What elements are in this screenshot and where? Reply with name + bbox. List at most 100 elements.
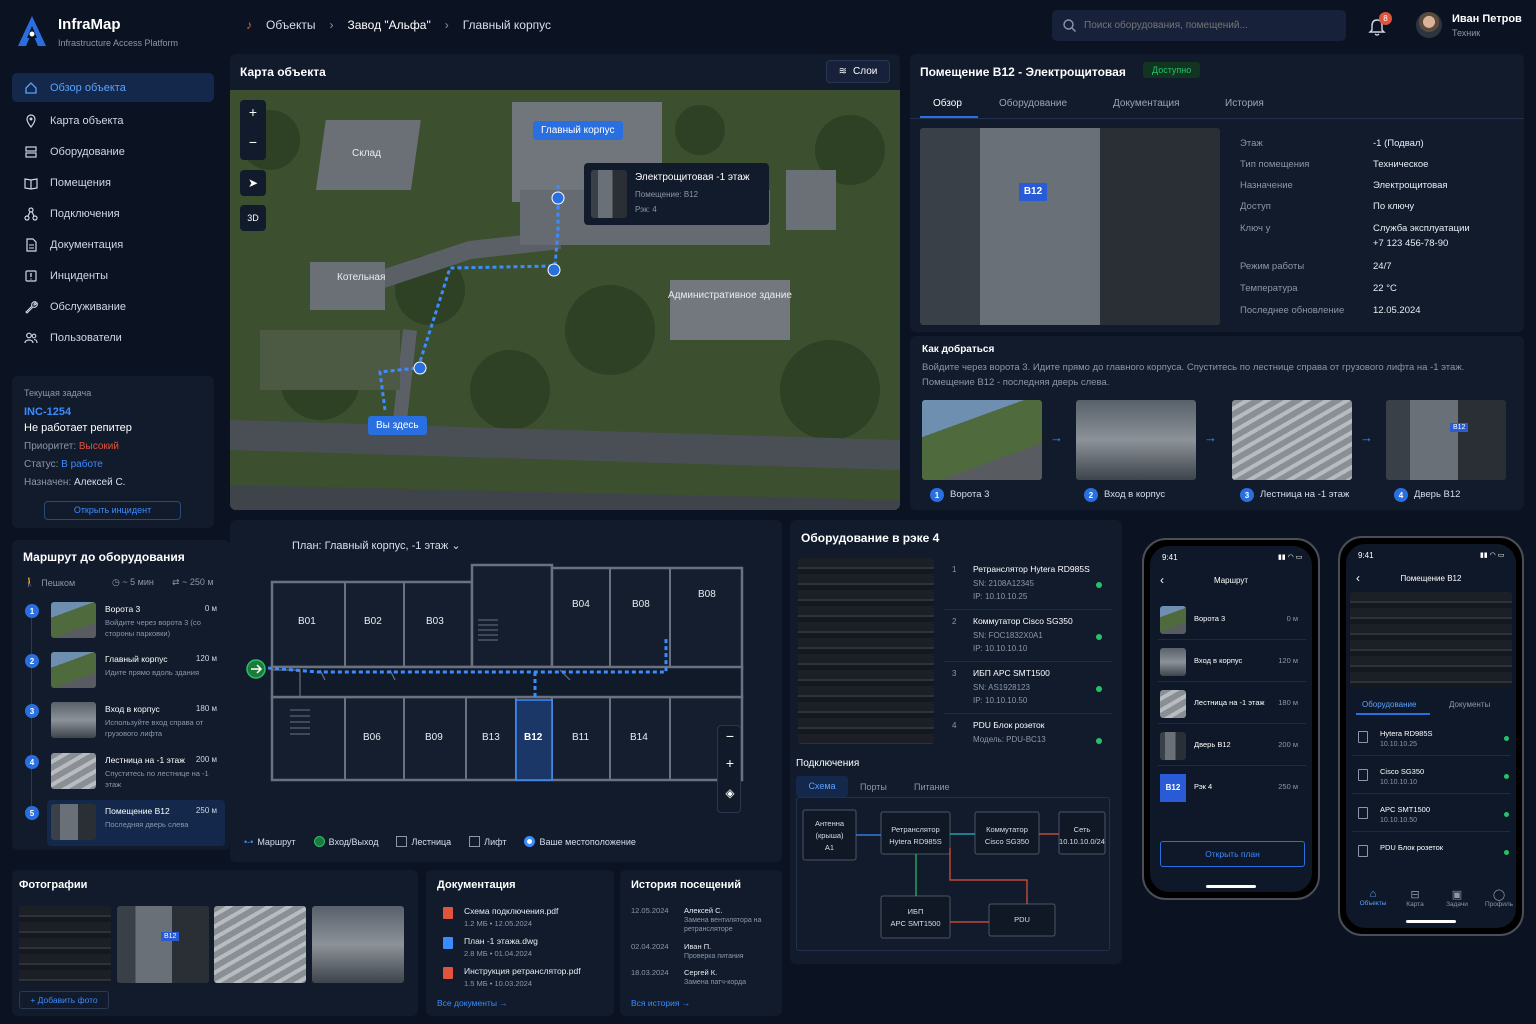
photo-thumbnail[interactable] xyxy=(312,906,404,983)
nav-item-docs[interactable]: Документация xyxy=(12,230,214,259)
breadcrumb-item[interactable]: Главный корпус xyxy=(463,18,551,32)
connections-title: Подключения xyxy=(796,758,860,769)
prop-value: По ключу xyxy=(1373,201,1415,212)
room-label[interactable]: B12 xyxy=(524,732,542,743)
photo-thumbnail[interactable] xyxy=(214,906,306,983)
3d-button[interactable]: 3D xyxy=(240,205,266,231)
rack-item[interactable]: 1 Ретранслятор Hytera RD985S SN: 2108A12… xyxy=(944,562,1112,610)
photo-thumbnail[interactable] xyxy=(19,906,111,983)
tab-ports[interactable]: Порты xyxy=(860,782,887,792)
how-step-photo[interactable]: B12 xyxy=(1386,400,1506,480)
room-photo[interactable]: B12 xyxy=(920,128,1220,325)
phone-nav-item[interactable]: ⌂ Объекты xyxy=(1352,888,1394,907)
room-label[interactable]: B08 xyxy=(698,589,716,600)
room-label[interactable]: B13 xyxy=(482,732,500,743)
nav-label: Обзор объекта xyxy=(50,81,126,94)
plan-zoom-out-button[interactable]: − xyxy=(718,728,742,744)
route-step[interactable]: Помещение B12 250 м Последняя дверь слев… xyxy=(47,800,225,846)
all-docs-link[interactable]: Все документы → xyxy=(437,998,508,1008)
floor-plan[interactable] xyxy=(230,520,782,862)
notifications-button[interactable]: 8 xyxy=(1366,12,1392,36)
plan-zoom-in-button[interactable]: + xyxy=(718,755,742,771)
nav-item-users[interactable]: Пользователи xyxy=(12,323,214,352)
phone-equipment-row[interactable]: Hytera RD985S 10.10.10.25 xyxy=(1352,722,1510,756)
doc-item[interactable]: Инструкция ретранслятор.pdf 1.5 МБ • 10.… xyxy=(437,964,607,992)
phone-nav-item[interactable]: ◯ Профиль xyxy=(1478,888,1516,908)
phone-route-row[interactable]: Дверь B12 200 м xyxy=(1158,728,1306,766)
task-id[interactable]: INC-1254 xyxy=(24,406,71,418)
nav-item-overview[interactable]: Обзор объекта xyxy=(12,73,214,102)
doc-item[interactable]: Схема подключения.pdf 1.2 МБ • 12.05.202… xyxy=(437,904,607,932)
network-icon xyxy=(24,206,38,221)
nav-item-connections[interactable]: Подключения xyxy=(12,199,214,228)
route-step[interactable]: Лестница на -1 этаж 200 м Спуститесь по … xyxy=(47,749,225,793)
rack-item[interactable]: 4 PDU Блок розеток Модель: PDU-BC13 xyxy=(944,718,1112,766)
phone-nav-item[interactable]: ⊟ Карта xyxy=(1394,888,1436,908)
room-label[interactable]: B08 xyxy=(632,599,650,610)
prop-key: Температура xyxy=(1240,283,1298,294)
avatar[interactable] xyxy=(1416,12,1442,38)
room-label[interactable]: B02 xyxy=(364,616,382,627)
zoom-out-button[interactable]: − xyxy=(240,134,266,150)
phone-route-row[interactable]: Ворота 3 0 м xyxy=(1158,602,1306,640)
nav-item-map[interactable]: Карта объекта xyxy=(12,106,214,135)
search-box[interactable] xyxy=(1052,10,1346,41)
zoom-in-button[interactable]: + xyxy=(240,104,266,120)
tab-history[interactable]: История xyxy=(1225,98,1264,109)
tab-schema[interactable]: Схема xyxy=(796,776,848,797)
phone-equipment-row[interactable]: PDU Блок розеток xyxy=(1352,836,1510,870)
rack-item[interactable]: 2 Коммутатор Cisco SG350 SN: FOC1832X0A1… xyxy=(944,614,1112,662)
room-label[interactable]: B09 xyxy=(425,732,443,743)
phone-route-row[interactable]: Вход в корпус 120 м xyxy=(1158,644,1306,682)
tab-overview[interactable]: Обзор xyxy=(933,98,962,109)
room-label[interactable]: B14 xyxy=(630,732,648,743)
nav-item-equipment[interactable]: Оборудование xyxy=(12,137,214,166)
step-distance: 250 м xyxy=(195,806,217,815)
breadcrumb-item[interactable]: Объекты xyxy=(266,18,316,32)
phone-route-row[interactable]: Лестница на -1 этаж 180 м xyxy=(1158,686,1306,724)
phone-equipment-row[interactable]: APC SMT1500 10.10.10.50 xyxy=(1352,798,1510,832)
doc-meta: 1.2 МБ • 12.05.2024 xyxy=(464,919,533,928)
open-incident-button[interactable]: Открыть инцидент xyxy=(44,501,181,520)
tab-documentation[interactable]: Документация xyxy=(1113,98,1180,109)
room-label[interactable]: B11 xyxy=(572,732,589,743)
tab-power[interactable]: Питание xyxy=(914,782,950,792)
nav-item-maintenance[interactable]: Обслуживание xyxy=(12,292,214,321)
room-label[interactable]: B01 xyxy=(298,616,316,627)
room-label[interactable]: B03 xyxy=(426,616,444,627)
phone-tab-equipment[interactable]: Оборудование xyxy=(1362,700,1416,709)
rack-photo[interactable] xyxy=(798,558,934,744)
how-step-photo[interactable] xyxy=(922,400,1042,480)
layers-button[interactable]: ≋ Слои xyxy=(826,60,890,83)
room-label[interactable]: B04 xyxy=(572,599,590,610)
open-plan-button[interactable]: Открыть план xyxy=(1160,841,1305,867)
phone-nav-item[interactable]: ▣ Задачи xyxy=(1436,888,1478,908)
map-popup[interactable]: Электрощитовая -1 этаж Помещение: B12 Рэ… xyxy=(584,163,769,225)
search-input[interactable] xyxy=(1084,16,1334,35)
route-step[interactable]: Главный корпус 120 м Идите прямо вдоль з… xyxy=(47,648,225,692)
plan-layers-button[interactable]: ◈ xyxy=(718,786,742,800)
nav-item-rooms[interactable]: Помещения xyxy=(12,168,214,197)
rack-item[interactable]: 3 ИБП APC SMT1500 SN: AS1928123 IP: 10.1… xyxy=(944,666,1112,714)
status-icons: ▮▮ ◠ ▭ xyxy=(1480,552,1505,559)
phone-rack-photo[interactable] xyxy=(1350,592,1512,688)
route-step[interactable]: Вход в корпус 180 м Используйте вход спр… xyxy=(47,698,225,742)
locate-button[interactable]: ➤ xyxy=(240,170,266,196)
breadcrumb-item[interactable]: Завод "Альфа" xyxy=(348,18,431,32)
how-step-photo[interactable] xyxy=(1076,400,1196,480)
all-history-link[interactable]: Вся история → xyxy=(631,998,690,1008)
nav-item-incidents[interactable]: Инциденты xyxy=(12,261,214,290)
phone-tab-docs[interactable]: Документы xyxy=(1449,700,1490,709)
phone-route-row[interactable]: B12 Рэк 4 250 м xyxy=(1158,770,1306,808)
room-label[interactable]: B06 xyxy=(363,732,381,743)
route-step[interactable]: Ворота 3 0 м Войдите через ворота 3 (со … xyxy=(47,598,225,642)
phone-equipment-row[interactable]: Cisco SG350 10.10.10.10 xyxy=(1352,760,1510,794)
doc-item[interactable]: План -1 этажа.dwg 2.8 МБ • 01.04.2024 xyxy=(437,934,607,962)
aerial-map[interactable]: Склад Главный корпус Котельная Администр… xyxy=(230,90,900,510)
add-photo-button[interactable]: + Добавить фото xyxy=(19,991,109,1009)
how-step-photo[interactable] xyxy=(1232,400,1352,480)
tab-equipment[interactable]: Оборудование xyxy=(999,98,1067,109)
nav-label: Оборудование xyxy=(50,145,125,158)
photo-thumbnail[interactable]: B12 xyxy=(117,906,209,983)
prop-value: Служба эксплуатации xyxy=(1373,223,1470,234)
